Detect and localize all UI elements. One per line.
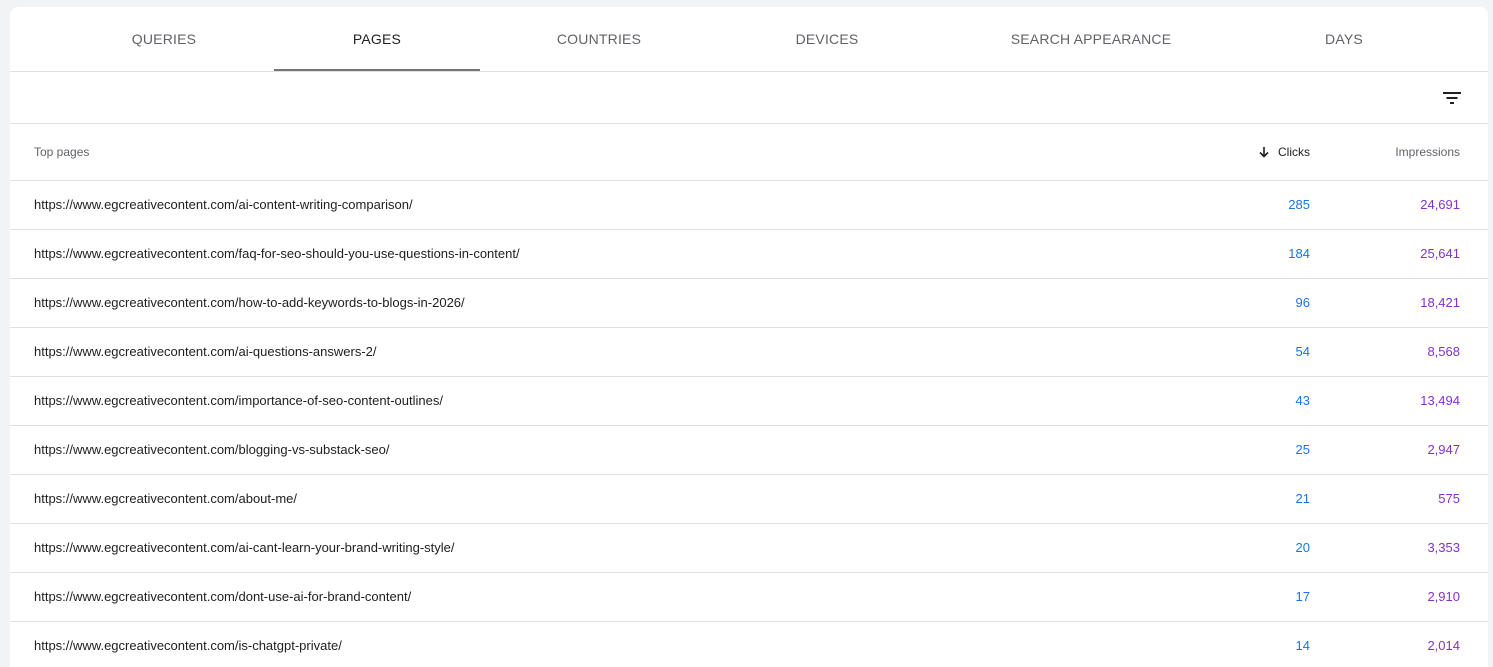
impressions-value: 575 bbox=[1438, 491, 1460, 506]
clicks-value: 54 bbox=[1295, 344, 1310, 359]
page-url: https://www.egcreativecontent.com/ai-que… bbox=[34, 344, 377, 359]
table-row[interactable]: https://www.egcreativecontent.com/about-… bbox=[10, 475, 1488, 524]
clicks-value: 21 bbox=[1295, 491, 1310, 506]
impressions-value: 2,014 bbox=[1427, 638, 1460, 653]
page-url: https://www.egcreativecontent.com/ai-con… bbox=[34, 197, 413, 212]
tab-days[interactable]: DAYS bbox=[1240, 7, 1448, 71]
clicks-value: 96 bbox=[1295, 295, 1310, 310]
impressions-value: 2,947 bbox=[1427, 442, 1460, 457]
column-header-top-pages[interactable]: Top pages bbox=[34, 124, 89, 180]
column-header-impressions[interactable]: Impressions bbox=[1395, 124, 1460, 180]
clicks-value: 25 bbox=[1295, 442, 1310, 457]
table-header: Top pages Clicks Impressions bbox=[10, 124, 1488, 181]
performance-card: QUERIES PAGES COUNTRIES DEVICES SEARCH A… bbox=[10, 7, 1488, 667]
filter-button[interactable] bbox=[1434, 80, 1470, 116]
impressions-value: 8,568 bbox=[1427, 344, 1460, 359]
impressions-value: 3,353 bbox=[1427, 540, 1460, 555]
clicks-value: 43 bbox=[1295, 393, 1310, 408]
page-url: https://www.egcreativecontent.com/ai-can… bbox=[34, 540, 455, 555]
impressions-value: 13,494 bbox=[1420, 393, 1460, 408]
table-row[interactable]: https://www.egcreativecontent.com/ai-que… bbox=[10, 328, 1488, 377]
table-row[interactable]: https://www.egcreativecontent.com/import… bbox=[10, 377, 1488, 426]
impressions-value: 24,691 bbox=[1420, 197, 1460, 212]
table-row[interactable]: https://www.egcreativecontent.com/how-to… bbox=[10, 279, 1488, 328]
table-row[interactable]: https://www.egcreativecontent.com/is-cha… bbox=[10, 622, 1488, 667]
tab-search-appearance[interactable]: SEARCH APPEARANCE bbox=[978, 7, 1204, 71]
page-url: https://www.egcreativecontent.com/import… bbox=[34, 393, 443, 408]
page-url: https://www.egcreativecontent.com/faq-fo… bbox=[34, 246, 520, 261]
clicks-value: 17 bbox=[1295, 589, 1310, 604]
clicks-value: 14 bbox=[1295, 638, 1310, 653]
table-row[interactable]: https://www.egcreativecontent.com/bloggi… bbox=[10, 426, 1488, 475]
table-body: https://www.egcreativecontent.com/ai-con… bbox=[10, 181, 1488, 667]
tab-pages[interactable]: PAGES bbox=[274, 7, 480, 71]
tab-queries[interactable]: QUERIES bbox=[70, 7, 258, 71]
clicks-value: 20 bbox=[1295, 540, 1310, 555]
page-url: https://www.egcreativecontent.com/bloggi… bbox=[34, 442, 390, 457]
column-header-clicks[interactable]: Clicks bbox=[1258, 124, 1310, 180]
table-row[interactable]: https://www.egcreativecontent.com/ai-con… bbox=[10, 181, 1488, 230]
table-toolbar bbox=[10, 72, 1488, 124]
page-url: https://www.egcreativecontent.com/dont-u… bbox=[34, 589, 412, 604]
filter-list-icon bbox=[1443, 92, 1461, 104]
page-url: https://www.egcreativecontent.com/how-to… bbox=[34, 295, 465, 310]
clicks-value: 285 bbox=[1288, 197, 1310, 212]
arrow-down-icon bbox=[1259, 147, 1269, 158]
impressions-value: 18,421 bbox=[1420, 295, 1460, 310]
impressions-value: 2,910 bbox=[1427, 589, 1460, 604]
column-header-clicks-label: Clicks bbox=[1278, 145, 1310, 159]
page-url: https://www.egcreativecontent.com/about-… bbox=[34, 491, 298, 506]
table-row[interactable]: https://www.egcreativecontent.com/ai-can… bbox=[10, 524, 1488, 573]
clicks-value: 184 bbox=[1288, 246, 1310, 261]
tab-devices[interactable]: DEVICES bbox=[724, 7, 930, 71]
table-row[interactable]: https://www.egcreativecontent.com/faq-fo… bbox=[10, 230, 1488, 279]
page-url: https://www.egcreativecontent.com/is-cha… bbox=[34, 638, 342, 653]
tab-countries[interactable]: COUNTRIES bbox=[496, 7, 702, 71]
impressions-value: 25,641 bbox=[1420, 246, 1460, 261]
report-tabs: QUERIES PAGES COUNTRIES DEVICES SEARCH A… bbox=[10, 7, 1488, 72]
table-row[interactable]: https://www.egcreativecontent.com/dont-u… bbox=[10, 573, 1488, 622]
